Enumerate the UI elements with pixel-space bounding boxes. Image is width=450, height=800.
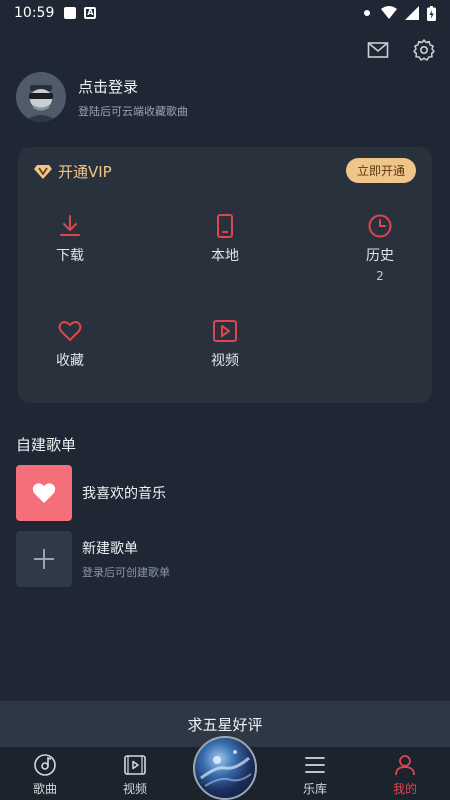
video-icon [213, 320, 237, 342]
nav-songs-label: 歌曲 [32, 782, 57, 796]
disc-icon [34, 754, 56, 776]
menu-icon [305, 757, 325, 773]
grid-history[interactable]: 历史 2 [340, 213, 420, 283]
now-playing-disc[interactable] [193, 736, 257, 800]
grid-download[interactable]: 下载 [30, 213, 110, 265]
login-title[interactable]: 点击登录 [78, 76, 188, 97]
playlist-create[interactable]: 新建歌单 登录后可创建歌单 [16, 531, 170, 587]
battery-icon [427, 5, 436, 21]
grid-history-count: 2 [376, 269, 384, 283]
clock-icon [368, 214, 392, 238]
create-cover [16, 531, 72, 587]
playlist-liked[interactable]: 我喜欢的音乐 [16, 465, 166, 521]
vip-header: 开通VIP [34, 161, 112, 182]
vip-label: 开通VIP [58, 163, 112, 181]
grid-favorites-label: 收藏 [56, 353, 84, 369]
status-dot-icon [364, 10, 370, 16]
grid-video-label: 视频 [211, 353, 239, 369]
user-icon [395, 755, 415, 776]
nav-mine[interactable]: 我的 [375, 753, 435, 797]
profile-login[interactable]: 点击登录 登陆后可云端收藏歌曲 [16, 72, 188, 122]
grid-history-label: 历史 [366, 248, 394, 264]
grid-local[interactable]: 本地 [185, 213, 265, 265]
grid-favorites[interactable]: 收藏 [30, 318, 110, 370]
playlists-section-title: 自建歌单 [16, 436, 77, 454]
album-art-icon [200, 750, 252, 787]
nav-songs[interactable]: 歌曲 [15, 753, 75, 797]
grid-video[interactable]: 视频 [185, 318, 265, 370]
nav-library-label: 乐库 [302, 782, 327, 796]
notification-a-icon: A [84, 7, 97, 19]
nav-video[interactable]: 视频 [105, 753, 165, 797]
login-subtitle: 登陆后可云端收藏歌曲 [78, 104, 188, 118]
nav-mine-label: 我的 [392, 782, 417, 796]
phone-icon [217, 214, 233, 238]
vip-card: 开通VIP 立即开通 下载 本地 历史 2 收藏 视频 [18, 147, 432, 403]
vip-diamond-icon [34, 164, 52, 179]
grid-local-label: 本地 [211, 248, 239, 264]
avatar-icon [16, 72, 66, 122]
vip-open-button[interactable]: 立即开通 [346, 158, 416, 183]
plus-icon [34, 549, 54, 569]
wifi-icon [381, 6, 397, 19]
nav-video-label: 视频 [122, 782, 147, 796]
grid-download-label: 下载 [56, 248, 84, 264]
gear-icon[interactable] [412, 38, 436, 62]
create-subtitle: 登录后可创建歌单 [82, 566, 170, 579]
status-time: 10:59 [14, 5, 55, 21]
header-actions [366, 38, 436, 62]
liked-title: 我喜欢的音乐 [82, 486, 166, 502]
download-icon [60, 215, 80, 236]
status-bar: 10:59 A [0, 0, 450, 26]
heart-filled-icon [32, 483, 56, 503]
video-icon [124, 755, 146, 775]
mail-icon[interactable] [366, 38, 390, 62]
notification-icon [64, 7, 77, 19]
nav-library[interactable]: 乐库 [285, 753, 345, 797]
create-title: 新建歌单 [82, 541, 138, 557]
heart-icon [58, 321, 82, 341]
signal-icon [405, 6, 419, 20]
liked-cover [16, 465, 72, 521]
avatar[interactable] [16, 72, 66, 122]
